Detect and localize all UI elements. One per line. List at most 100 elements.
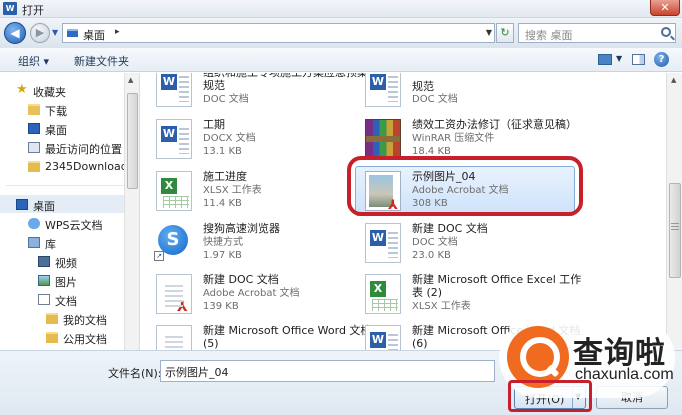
command-toolbar: 组织 ▾ 新建文件夹 ▼ ? (0, 48, 682, 72)
forward-button[interactable]: ▶ (30, 23, 50, 43)
star-icon: ★ (16, 82, 28, 97)
file-type: DOC 文档 (203, 94, 249, 105)
sogou-browser-icon: ↗ (154, 223, 192, 263)
chevron-right-icon[interactable]: ▸ (115, 27, 120, 37)
folder-icon (46, 313, 58, 324)
file-item[interactable]: ⅄ 新建 Microsoft Office Word 文档 (5) (146, 323, 371, 350)
desktop-icon (67, 29, 78, 37)
winrar-archive-icon (365, 119, 401, 159)
refresh-button[interactable]: ↻ (496, 23, 514, 43)
sidebar-item-label: 图片 (55, 276, 77, 289)
sidebar-item-label: 最近访问的位置 (45, 143, 122, 156)
file-type: 快捷方式 (203, 237, 243, 248)
filename-input[interactable]: 示例图片_04 (160, 360, 495, 382)
excel-spreadsheet-icon (156, 171, 192, 211)
address-field[interactable]: 桌面 ▸ (62, 23, 495, 43)
recent-icon (28, 142, 40, 153)
preview-pane-icon[interactable] (632, 54, 645, 65)
title-bar: W 打开 ✕ (0, 0, 682, 18)
address-bar: ◀ ▶ ▼ 桌面 ▸ ▼ ↻ 搜索 桌面 (0, 18, 682, 48)
file-type: DOC 文档 (412, 237, 458, 248)
file-size: 1.97 KB (203, 250, 242, 261)
shortcut-arrow-icon: ↗ (154, 251, 164, 261)
acrobat-icon: ⅄ (177, 299, 188, 315)
close-button[interactable]: ✕ (650, 0, 680, 16)
scroll-up-icon[interactable]: ▲ (671, 76, 676, 84)
file-name: 绩效工资办法修订（征求意见稿） (412, 118, 577, 131)
word-document-icon (365, 223, 401, 263)
back-button[interactable]: ◀ (4, 22, 26, 44)
file-type: DOCX 文档 (203, 133, 256, 144)
sidebar-item-label: 视频 (55, 257, 77, 270)
file-item[interactable]: 新建 DOC 文档 DOC 文档 23.0 KB (355, 221, 570, 269)
file-size: 11.4 KB (203, 198, 242, 209)
file-name: 新建 DOC 文档 (203, 273, 279, 286)
file-name: 规范 (412, 80, 434, 93)
sidebar-item-label: 2345Downloads (45, 160, 134, 173)
view-dropdown[interactable]: ▼ (616, 54, 622, 63)
document-icon (38, 294, 50, 305)
sidebar-scrollbar[interactable]: ▲ (124, 73, 139, 350)
filename-label: 文件名(N): (108, 367, 162, 380)
library-icon (28, 237, 40, 248)
sidebar-item-label: 公用文档 (63, 333, 107, 346)
sidebar-item-label: WPS云文档 (45, 219, 103, 232)
file-name: 新建 DOC 文档 (412, 222, 488, 235)
sidebar-item-label: 桌面 (33, 200, 55, 213)
organize-menu[interactable]: 组织 ▾ (18, 53, 49, 69)
file-size: 13.1 KB (203, 146, 242, 157)
chaxunla-logo-icon (507, 326, 569, 388)
open-button-annotation (508, 380, 592, 412)
sidebar-item-label: 收藏夹 (33, 86, 66, 99)
file-name: 工期 (203, 118, 225, 131)
sidebar-item-label: 库 (45, 238, 56, 251)
file-item[interactable]: 工期 DOCX 文档 13.1 KB (146, 117, 361, 165)
pdf-document-icon: ⅄ (156, 274, 192, 315)
excel-spreadsheet-icon (365, 274, 401, 314)
sidebar-item-label: 桌面 (45, 124, 67, 137)
scroll-grip-icon (671, 223, 679, 231)
view-icon[interactable] (598, 54, 612, 65)
folder-icon (46, 332, 58, 343)
video-icon (38, 256, 50, 267)
file-list-scrollbar[interactable]: ▲ (666, 73, 682, 350)
word-app-icon: W (3, 2, 17, 15)
scroll-up-icon[interactable]: ▲ (128, 76, 133, 84)
picture-icon (38, 275, 50, 286)
address-dropdown[interactable]: ▼ (483, 23, 495, 43)
desktop-icon (28, 123, 40, 134)
file-item[interactable]: 规范 DOC 文档 (355, 73, 570, 113)
file-item[interactable]: 新建 Microsoft Office Excel 工作表 (2) XLSX 工… (355, 272, 581, 320)
file-item[interactable]: ↗ 搜狗高速浏览器 快捷方式 1.97 KB (146, 221, 361, 269)
breadcrumb-desktop[interactable]: 桌面 (83, 27, 105, 43)
file-name: 新建 Microsoft Office Word 文档 (5) (203, 324, 372, 350)
desktop-icon (16, 199, 28, 210)
word-document-icon (365, 73, 401, 107)
sidebar-divider (6, 185, 132, 186)
navigation-pane: ★ 收藏夹 下载 桌面 最近访问的位置 2345Downloads 桌面 WPS… (0, 73, 140, 350)
file-size: 139 KB (203, 301, 239, 312)
cloud-icon (28, 218, 40, 229)
search-icon (661, 27, 671, 37)
folder-icon (28, 104, 40, 115)
file-type: Adobe Acrobat 文档 (203, 288, 300, 299)
sidebar-scroll-thumb[interactable] (127, 93, 138, 189)
file-item[interactable]: 组织和施工专项施工方案应急预案规范 DOC 文档 (146, 73, 368, 113)
file-item[interactable]: 施工进度 XLSX 工作表 11.4 KB (146, 169, 361, 217)
window-title: 打开 (22, 4, 44, 17)
file-type: XLSX 工作表 (203, 185, 262, 196)
new-folder-button[interactable]: 新建文件夹 (74, 53, 129, 69)
selected-file-annotation (347, 156, 583, 216)
sidebar-item-label: 下载 (45, 105, 67, 118)
search-input[interactable]: 搜索 桌面 (518, 23, 676, 43)
file-name: 搜狗高速浏览器 (203, 222, 280, 235)
word-document-icon (365, 325, 401, 350)
search-placeholder: 搜索 桌面 (525, 29, 573, 42)
file-item[interactable]: ⅄ 新建 DOC 文档 Adobe Acrobat 文档 139 KB (146, 272, 361, 320)
pdf-document-icon: ⅄ (156, 325, 192, 350)
help-icon[interactable]: ? (654, 52, 669, 67)
file-name: 组织和施工专项施工方案应急预案规范 (203, 73, 368, 92)
file-type: DOC 文档 (412, 94, 458, 105)
recent-pages-dropdown[interactable]: ▼ (52, 28, 58, 37)
file-size: 23.0 KB (412, 250, 451, 261)
